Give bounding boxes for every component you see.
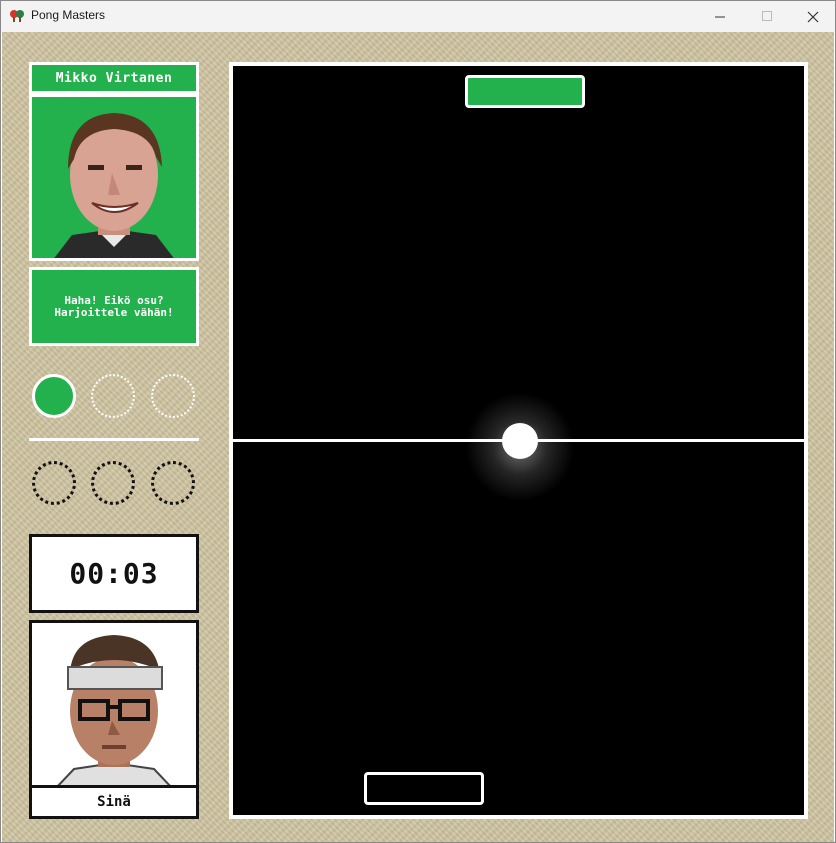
close-icon	[807, 11, 819, 22]
match-timer: 00:03	[29, 534, 199, 613]
player-paddle[interactable]	[364, 772, 484, 805]
player-name: Sinä	[29, 785, 199, 819]
opponent-score-point-3	[151, 374, 195, 418]
title-bar[interactable]: Pong Masters	[1, 1, 835, 32]
minimize-button[interactable]	[697, 1, 743, 32]
player-portrait	[29, 620, 199, 788]
close-button[interactable]	[790, 1, 836, 32]
score-divider	[29, 438, 199, 441]
pong-court[interactable]	[229, 62, 808, 819]
opponent-score-point-1	[32, 374, 76, 418]
opponent-face-image	[32, 97, 196, 258]
game-window: Pong Masters Mikko Virtanen Haha! Eikö o…	[0, 0, 836, 843]
maximize-icon	[761, 11, 772, 21]
ball	[502, 423, 538, 459]
window-title: Pong Masters	[31, 8, 106, 22]
opponent-paddle	[465, 75, 585, 108]
opponent-score-point-2	[91, 374, 135, 418]
minimize-icon	[714, 16, 725, 18]
ping-pong-paddles-icon	[10, 10, 24, 22]
player-score-point-3	[151, 461, 195, 505]
player-face-image	[32, 623, 196, 788]
maximize-button[interactable]	[744, 1, 790, 32]
player-score-point-1	[32, 461, 76, 505]
opponent-name: Mikko Virtanen	[29, 62, 199, 94]
opponent-portrait	[29, 94, 199, 261]
opponent-speech-bubble: Haha! Eikö osu? Harjoittele vähän!	[29, 267, 199, 346]
game-area: Mikko Virtanen Haha! Eikö osu? Harjoitte…	[2, 32, 834, 842]
player-score-point-2	[91, 461, 135, 505]
